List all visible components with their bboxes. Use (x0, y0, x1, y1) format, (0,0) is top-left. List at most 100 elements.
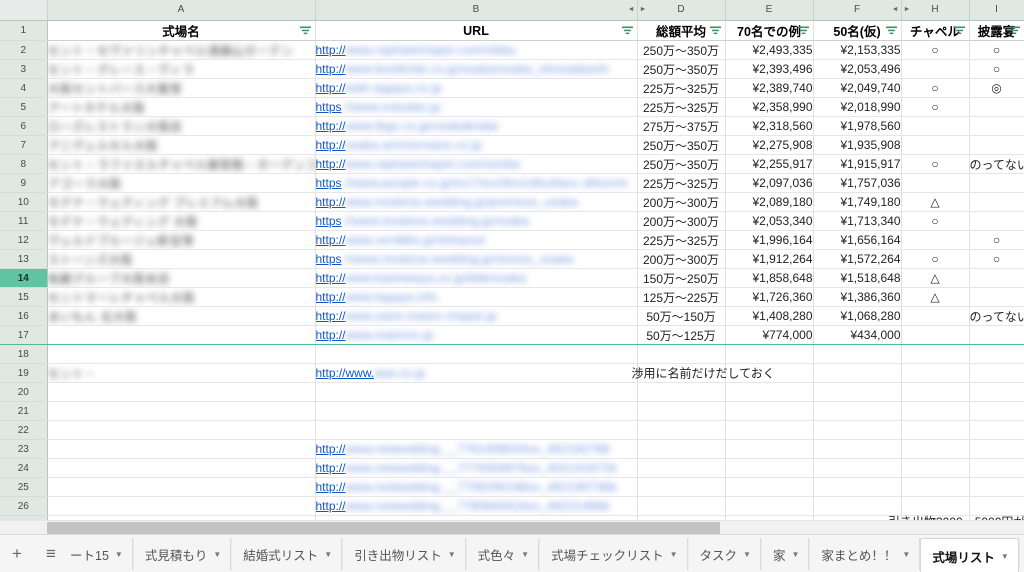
cell-50-guests[interactable]: ¥2,053,496 (813, 59, 902, 79)
row-header-19[interactable]: 19 (0, 363, 48, 383)
sheet-tab-2[interactable]: 式見積もり ▼ (132, 538, 232, 570)
cell-50-guests[interactable]: ¥2,153,335 (813, 40, 902, 60)
chevron-down-icon[interactable]: ▼ (521, 550, 529, 559)
sheet-tab-11[interactable]: お買い▼ (1018, 538, 1024, 570)
url-link[interactable]: http:// (316, 328, 346, 342)
cell-url[interactable]: http://www.aaa.co.jp (315, 363, 638, 383)
cell-50-guests[interactable] (813, 439, 902, 459)
cell-average-total[interactable] (637, 420, 726, 440)
cell-50-guests[interactable] (813, 420, 902, 440)
cell-50-guests[interactable]: ¥1,386,360 (813, 287, 902, 307)
url-link[interactable]: http:// (316, 442, 346, 456)
row-header-25[interactable]: 25 (0, 477, 48, 497)
cell-chapel[interactable]: ○ (901, 154, 970, 174)
row-header-21[interactable]: 21 (0, 401, 48, 421)
cell-average-total[interactable] (637, 344, 726, 364)
sheet-tab-5[interactable]: 式色々 ▼ (465, 538, 540, 570)
cell-banquet[interactable] (969, 287, 1024, 307)
cell-url[interactable]: http://www.raphaelchapel.com/nibbu (315, 40, 638, 60)
cell-banquet[interactable]: ○ (969, 40, 1024, 60)
cell-70-guests[interactable]: ¥1,996,164 (725, 230, 814, 250)
row-header-8[interactable]: 8 (0, 154, 48, 174)
cell-average-total[interactable] (637, 439, 726, 459)
cell-average-total[interactable]: 渉用に名前だけだしておく (632, 363, 775, 383)
url-link[interactable]: http:// (316, 119, 346, 133)
cell-chapel[interactable] (901, 325, 970, 345)
column-header-e[interactable]: E (725, 0, 814, 21)
row-header-2[interactable]: 2 (0, 40, 48, 60)
row-header-6[interactable]: 6 (0, 116, 48, 136)
url-link[interactable]: http:// (316, 499, 346, 513)
row-header-3[interactable]: 3 (0, 59, 48, 79)
cell-average-total[interactable]: 150万〜250万 (637, 268, 726, 288)
cell-banquet[interactable] (969, 420, 1024, 440)
table-row[interactable]: 17 http://www.maimon.jp 50万〜125万 ¥774,000 ¥4… (0, 325, 1024, 345)
chevron-down-icon[interactable]: ▼ (448, 550, 456, 559)
cell-50-guests[interactable]: ¥434,000 (813, 325, 902, 345)
cell-banquet[interactable] (969, 382, 1024, 402)
cell-chapel[interactable]: △ (901, 287, 970, 307)
cell-venue-name[interactable] (47, 458, 316, 478)
cell-average-total[interactable]: 225万〜325万 (637, 173, 726, 193)
cell-venue-name[interactable]: 柏屋グループ大阪本店 (47, 268, 316, 288)
select-all-corner[interactable] (0, 0, 48, 21)
header-cell-70-guests[interactable]: 70名での例 (725, 20, 814, 41)
cell-average-total[interactable]: 250万〜350万 (637, 154, 726, 174)
cell-70-guests[interactable]: ¥1,912,264 (725, 249, 814, 269)
cell-70-guests[interactable]: ¥2,318,560 (725, 116, 814, 136)
cell-venue-name[interactable]: アートホテル大阪 (47, 97, 316, 117)
cell-70-guests[interactable]: ¥1,726,360 (725, 287, 814, 307)
cell-venue-name[interactable] (47, 401, 316, 421)
header-cell-50-guests[interactable]: 50名(仮) (813, 20, 902, 41)
table-row[interactable]: 26 http://www.netwedding.__7760840416sn_4… (0, 496, 1024, 516)
cell-venue-name[interactable] (47, 420, 316, 440)
hidden-column-marker-left-g[interactable]: ◄ (892, 0, 899, 20)
url-link[interactable]: http:// (316, 157, 346, 171)
cell-70-guests[interactable]: ¥2,089,180 (725, 192, 814, 212)
cell-average-total[interactable]: 200万〜300万 (637, 192, 726, 212)
table-row[interactable]: 5 アートホテル大阪 https://www.estoabo.jp 225万〜325万… (0, 97, 1024, 117)
cell-venue-name[interactable]: セント・グレース・ヴィラ (47, 59, 316, 79)
row-header-4[interactable]: 4 (0, 78, 48, 98)
all-sheets-button[interactable]: ≡ (34, 538, 68, 570)
cell-url[interactable]: http://www.maimon.jp (315, 325, 638, 345)
cell-chapel[interactable] (901, 173, 970, 193)
cell-chapel[interactable] (901, 344, 970, 364)
table-row[interactable]: 2 セント・セヴァリンチャペル清韻山ガーデン http://www.raphaelc… (0, 40, 1024, 60)
cell-banquet[interactable]: ◎ (969, 78, 1024, 98)
cell-url[interactable] (315, 382, 638, 402)
table-row[interactable]: 7 アニヴェルセル大阪 http://osaka.anniversaire.co.j… (0, 135, 1024, 155)
url-link[interactable]: https (316, 214, 342, 228)
cell-50-guests[interactable]: ¥1,749,180 (813, 192, 902, 212)
table-row[interactable]: 18 (0, 344, 1024, 364)
cell-average-total[interactable] (637, 458, 726, 478)
cell-average-total[interactable]: 275万〜375万 (637, 116, 726, 136)
cell-banquet[interactable] (969, 344, 1024, 364)
url-link[interactable]: http:// (316, 195, 346, 209)
hidden-column-marker-left-c[interactable]: ◄ (628, 0, 635, 20)
horizontal-scrollbar-track[interactable] (0, 520, 1024, 534)
cell-chapel[interactable]: ○ (901, 78, 970, 98)
sheet-tab-1[interactable]: ート15 ▼ (68, 538, 133, 570)
cell-average-total[interactable] (637, 382, 726, 402)
cell-venue-name[interactable]: モデナ・ウェディング 大阪 (47, 211, 316, 231)
cell-average-total[interactable]: 225万〜325万 (637, 230, 726, 250)
cell-venue-name[interactable]: セントマーレチャペル大阪 (47, 287, 316, 307)
cell-50-guests[interactable]: ¥2,018,990 (813, 97, 902, 117)
url-link[interactable]: https (316, 100, 342, 114)
cell-50-guests[interactable]: ¥2,049,740 (813, 78, 902, 98)
table-row[interactable]: 3 セント・グレース・ヴィラ http://www.bestbride.co.jp/… (0, 59, 1024, 79)
cell-url[interactable]: http://www.netwedding.__7760840416sn_462… (315, 496, 638, 516)
cell-venue-name[interactable]: まいもん 北大阪 (47, 306, 316, 326)
cell-average-total[interactable]: 225万〜325万 (637, 78, 726, 98)
cell-average-total[interactable] (637, 401, 726, 421)
cell-70-guests[interactable]: ¥2,097,036 (725, 173, 814, 193)
cell-70-guests[interactable] (725, 382, 814, 402)
filter-funnel-icon[interactable] (709, 26, 721, 35)
row-header-23[interactable]: 23 (0, 439, 48, 459)
filter-funnel-icon[interactable] (299, 26, 311, 35)
cell-50-guests[interactable] (813, 401, 902, 421)
table-row[interactable]: 20 (0, 382, 1024, 402)
cell-50-guests[interactable]: ¥1,518,648 (813, 268, 902, 288)
table-row[interactable]: 25 http://www.netwedding.__7706290198sn_4… (0, 477, 1024, 497)
